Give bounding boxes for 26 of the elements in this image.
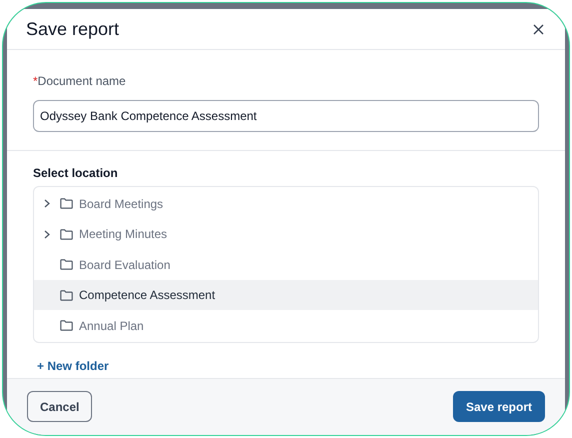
- chevron-right-icon[interactable]: [44, 230, 50, 239]
- folder-item[interactable]: Board Meetings: [34, 188, 538, 219]
- close-icon: [532, 24, 544, 35]
- chevron-right-icon[interactable]: [44, 199, 50, 208]
- save-report-button[interactable]: Save report: [452, 391, 545, 422]
- folder-name: Board Evaluation: [79, 256, 170, 274]
- cancel-button[interactable]: Cancel: [27, 391, 92, 422]
- folder-item[interactable]: Annual Plan: [34, 310, 538, 341]
- folder-name: Competence Assessment: [79, 287, 216, 304]
- folder-item[interactable]: Meeting Minutes: [34, 218, 538, 250]
- section-label: Select location: [33, 165, 119, 182]
- required-asterisk: *: [33, 73, 38, 90]
- folder-icon: [60, 228, 73, 240]
- folder-name: Board Meetings: [79, 196, 164, 213]
- document-name-input[interactable]: Odyssey Bank Competence Assessment: [33, 100, 539, 132]
- folder-icon: [60, 198, 73, 210]
- new-folder-link[interactable]: + New folder: [37, 356, 109, 375]
- folder-item[interactable]: Board Evaluation: [34, 249, 538, 280]
- folder-name: Annual Plan: [79, 318, 144, 335]
- folder-icon: [60, 259, 73, 270]
- folder-item[interactable]: Competence Assessment: [34, 280, 538, 310]
- folder-name: Meeting Minutes: [79, 226, 168, 244]
- folder-icon: [60, 320, 73, 332]
- field-label: Document name: [38, 73, 126, 90]
- folder-icon: [60, 290, 73, 301]
- dialog-title: Save report: [26, 18, 120, 41]
